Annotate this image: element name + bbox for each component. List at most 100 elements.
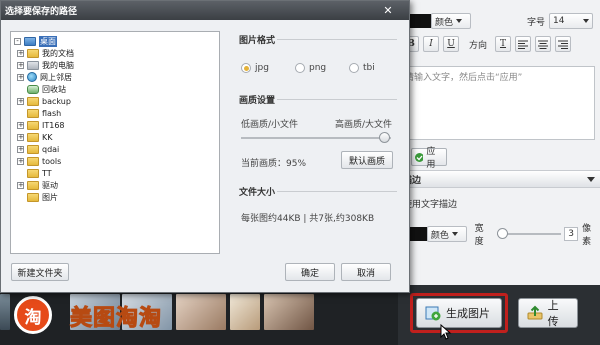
ok-button[interactable]: 确定 bbox=[285, 263, 335, 281]
tree-item[interactable]: 图片 bbox=[17, 191, 58, 203]
cancel-button[interactable]: 取消 bbox=[341, 263, 391, 281]
dialog-title: 选择要保存的路径 bbox=[1, 1, 409, 20]
quality-slider[interactable] bbox=[241, 137, 391, 139]
format-option-label: tbi bbox=[363, 63, 375, 73]
align-left-button[interactable] bbox=[515, 36, 532, 52]
tree-item[interactable]: flash bbox=[17, 107, 61, 119]
stroke-color-dropdown[interactable]: 颜色 bbox=[426, 226, 467, 242]
image-thumbnail[interactable] bbox=[264, 294, 314, 330]
image-thumbnail[interactable] bbox=[0, 294, 10, 330]
align-center-icon bbox=[538, 40, 549, 49]
tree-item-label: backup bbox=[42, 96, 71, 106]
stroke-section-header[interactable]: 描边 bbox=[399, 170, 600, 188]
italic-button[interactable]: I bbox=[423, 36, 439, 52]
apply-button[interactable]: 应用 bbox=[411, 147, 447, 170]
generate-image-label: 生成图片 bbox=[446, 307, 490, 320]
font-color-label: 颜色 bbox=[435, 17, 454, 28]
generate-image-button[interactable]: 生成图片 bbox=[416, 298, 502, 328]
font-size-label: 字号 bbox=[527, 17, 546, 28]
align-center-button[interactable] bbox=[535, 36, 552, 52]
tree-item[interactable]: TT bbox=[17, 167, 52, 179]
tree-item-label: KK bbox=[42, 132, 53, 142]
align-right-icon bbox=[558, 40, 569, 49]
tree-item-label: 网上邻居 bbox=[40, 72, 72, 82]
width-slider-thumb[interactable] bbox=[496, 228, 508, 239]
text-settings-panel: 颜色 字号 14 B I U 方向 T 请输入文字，然后点击“应用” 应用 描边… bbox=[398, 0, 600, 285]
close-icon[interactable]: ✕ bbox=[381, 3, 395, 17]
text-input[interactable]: 请输入文字，然后点击“应用” bbox=[401, 66, 595, 140]
format-section-title: 图片格式 bbox=[239, 36, 276, 46]
width-input[interactable]: 3 bbox=[564, 227, 579, 241]
folder-icon bbox=[27, 120, 39, 130]
tree-item[interactable]: 回收站 bbox=[17, 83, 66, 95]
expand-icon[interactable]: + bbox=[17, 121, 24, 129]
tree-item-label: 回收站 bbox=[42, 84, 66, 94]
vertical-text-button[interactable]: T bbox=[495, 36, 512, 52]
tree-item[interactable]: + 我的电脑 bbox=[17, 59, 74, 71]
font-color-dropdown[interactable]: 颜色 bbox=[431, 13, 471, 29]
new-folder-button[interactable]: 新建文件夹 bbox=[11, 263, 69, 281]
expand-icon[interactable]: + bbox=[17, 61, 24, 69]
tree-item[interactable]: + 网上邻居 bbox=[17, 71, 72, 83]
high-quality-label: 高画质/大文件 bbox=[335, 120, 393, 130]
folder-icon bbox=[27, 192, 39, 202]
tree-item[interactable]: + IT168 bbox=[17, 119, 65, 131]
folder-tree[interactable]: - 桌面 + 我的文档 + 我的电脑 + 网上邻居 回收站 + backup flash + IT168 +… bbox=[10, 31, 220, 254]
tree-item-label: 桌面 bbox=[39, 35, 57, 47]
align-right-button[interactable] bbox=[555, 36, 572, 52]
tree-item-label: 驱动 bbox=[42, 180, 58, 190]
app-logo-text: 美图淘淘 bbox=[69, 306, 163, 332]
network-icon bbox=[27, 72, 37, 82]
app-logo: 淘 bbox=[14, 296, 52, 334]
tree-item-label: IT168 bbox=[42, 120, 65, 130]
width-slider[interactable] bbox=[496, 228, 561, 240]
chevron-down-icon bbox=[583, 19, 590, 23]
tree-item[interactable]: + 驱动 bbox=[17, 179, 58, 191]
folder-icon bbox=[27, 156, 39, 166]
radio-icon bbox=[295, 63, 305, 73]
underline-button[interactable]: U bbox=[443, 36, 459, 52]
tree-item[interactable]: + KK bbox=[17, 131, 53, 143]
format-option-jpg[interactable]: jpg bbox=[241, 63, 269, 73]
upload-button[interactable]: 上传 bbox=[518, 298, 578, 328]
expand-icon[interactable]: + bbox=[17, 97, 24, 105]
tree-item[interactable]: + tools bbox=[17, 155, 61, 167]
collapse-icon[interactable]: - bbox=[14, 37, 21, 45]
tree-item[interactable]: + qdai bbox=[17, 143, 59, 155]
tree-item-label: tools bbox=[42, 156, 62, 166]
upload-icon bbox=[527, 305, 543, 320]
expand-icon[interactable]: + bbox=[17, 133, 24, 141]
format-option-label: png bbox=[309, 63, 327, 73]
expand-icon[interactable]: + bbox=[17, 145, 24, 153]
chevron-down-icon bbox=[456, 19, 463, 23]
folder-icon bbox=[27, 168, 39, 178]
tree-item[interactable]: + 我的文档 bbox=[17, 47, 74, 59]
mouse-cursor-icon bbox=[440, 324, 452, 340]
upload-label: 上传 bbox=[547, 299, 559, 328]
chevron-down-icon bbox=[451, 232, 458, 236]
generate-image-icon bbox=[425, 306, 441, 321]
format-option-png[interactable]: png bbox=[295, 63, 326, 73]
image-thumbnail[interactable] bbox=[230, 294, 260, 330]
stroke-color-label: 颜色 bbox=[430, 230, 449, 241]
expand-icon[interactable]: + bbox=[17, 73, 24, 81]
default-quality-button[interactable]: 默认画质 bbox=[341, 151, 393, 169]
width-unit: 像素 bbox=[582, 224, 592, 247]
low-quality-label: 低画质/小文件 bbox=[241, 120, 299, 130]
font-size-dropdown[interactable]: 14 bbox=[549, 13, 594, 29]
quality-slider-thumb[interactable] bbox=[378, 132, 390, 143]
tree-item-label: 我的文档 bbox=[42, 48, 74, 58]
image-thumbnail[interactable] bbox=[176, 294, 226, 330]
format-option-tbi[interactable]: tbi bbox=[349, 63, 375, 73]
folder-icon bbox=[27, 132, 39, 142]
stroke-checkbox-label[interactable]: 使用文字描边 bbox=[403, 197, 457, 210]
tree-item[interactable]: + backup bbox=[17, 95, 71, 107]
computer-icon bbox=[27, 60, 39, 70]
tree-item-label: 我的电脑 bbox=[42, 60, 74, 70]
tree-item-label: TT bbox=[42, 168, 52, 178]
filesize-info: 每张图约44KB | 共7张,约308KB bbox=[241, 214, 375, 224]
expand-icon[interactable]: + bbox=[17, 49, 24, 57]
tree-item[interactable]: - 桌面 bbox=[14, 35, 57, 47]
expand-icon[interactable]: + bbox=[17, 181, 24, 189]
expand-icon[interactable]: + bbox=[17, 157, 24, 165]
